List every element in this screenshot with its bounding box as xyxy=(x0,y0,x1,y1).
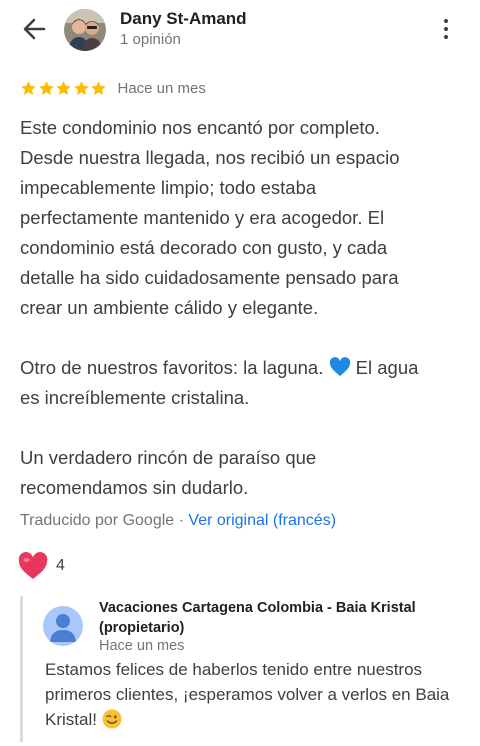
more-options-button[interactable] xyxy=(434,14,458,44)
star-icon xyxy=(73,80,89,95)
review-line: crear un ambiente cálido y elegante. xyxy=(20,297,319,318)
review-line: Otro de nuestros favoritos: la laguna. E… xyxy=(20,353,460,383)
person-icon xyxy=(43,606,83,646)
review-line: recomendamos sin dudarlo. xyxy=(20,477,249,498)
translation-row: Traducido por Google · Ver original (fra… xyxy=(20,512,336,530)
review-time: Hace un mes xyxy=(117,79,206,97)
reply-text: Estamos felices de haberlos tenido entre… xyxy=(45,657,465,732)
review-line: detalle ha sido cuidadosamente pensado p… xyxy=(20,267,399,288)
review-line-part: Otro de nuestros favoritos: la laguna. xyxy=(20,357,324,378)
reviewer-review-count: 1 opinión xyxy=(120,31,181,48)
owner-name: Vacaciones Cartagena Colombia - Baia Kri… xyxy=(99,600,416,636)
reply-line: primeros clientes, ¡esperamos volver a v… xyxy=(45,685,450,704)
reply-time: Hace un mes xyxy=(99,638,185,654)
reviewer-avatar[interactable] xyxy=(64,9,106,51)
owner-avatar xyxy=(43,606,83,646)
arrow-back-icon xyxy=(23,18,46,40)
reply-line: Kristal! xyxy=(45,707,465,732)
star-icon xyxy=(91,80,106,95)
review-line-part: El agua xyxy=(355,357,419,378)
star-rating xyxy=(20,80,108,97)
review-header: Dany St-Amand 1 opinión xyxy=(0,0,480,60)
review-line: Este condominio nos encantó por completo… xyxy=(20,117,380,138)
winking-face-icon xyxy=(102,709,122,729)
owner-reply: Vacaciones Cartagena Colombia - Baia Kri… xyxy=(20,596,460,742)
like-count: 4 xyxy=(56,557,65,574)
blue-heart-icon xyxy=(329,357,350,377)
star-icon xyxy=(38,80,54,95)
review-line: perfectamente mantenido y era acogedor. … xyxy=(20,207,385,228)
reply-line-part: Kristal! xyxy=(45,710,97,729)
review-line: es increíblemente cristalina. xyxy=(20,387,250,408)
heart-icon xyxy=(18,552,48,579)
review-line: impecablemente limpio; todo estaba xyxy=(20,177,317,198)
star-icon xyxy=(21,80,36,95)
reviewer-name[interactable]: Dany St-Amand xyxy=(120,9,247,29)
separator-dot: · xyxy=(178,512,184,529)
review-line: Desde nuestra llegada, nos recibió un es… xyxy=(20,147,400,168)
back-button[interactable] xyxy=(18,14,52,44)
translated-by-label: Traducido por Google xyxy=(20,512,175,529)
likes-row: 4 xyxy=(18,550,65,582)
review-detail-screen: Dany St-Amand 1 opinión Hace un mes Este… xyxy=(0,0,480,746)
reply-line: Estamos felices de haberlos tenido entre… xyxy=(45,660,423,679)
star-icon xyxy=(56,80,71,95)
rating-row: Hace un mes xyxy=(20,78,206,98)
review-line: Un verdadero rincón de paraíso que xyxy=(20,447,317,468)
review-text: Este condominio nos encantó por completo… xyxy=(20,113,460,503)
review-line: condominio está decorado con gusto, y ca… xyxy=(20,237,388,258)
see-original-link[interactable]: Ver original (francés) xyxy=(188,512,336,529)
like-button[interactable] xyxy=(18,552,48,580)
reviewer-photo xyxy=(64,9,106,51)
